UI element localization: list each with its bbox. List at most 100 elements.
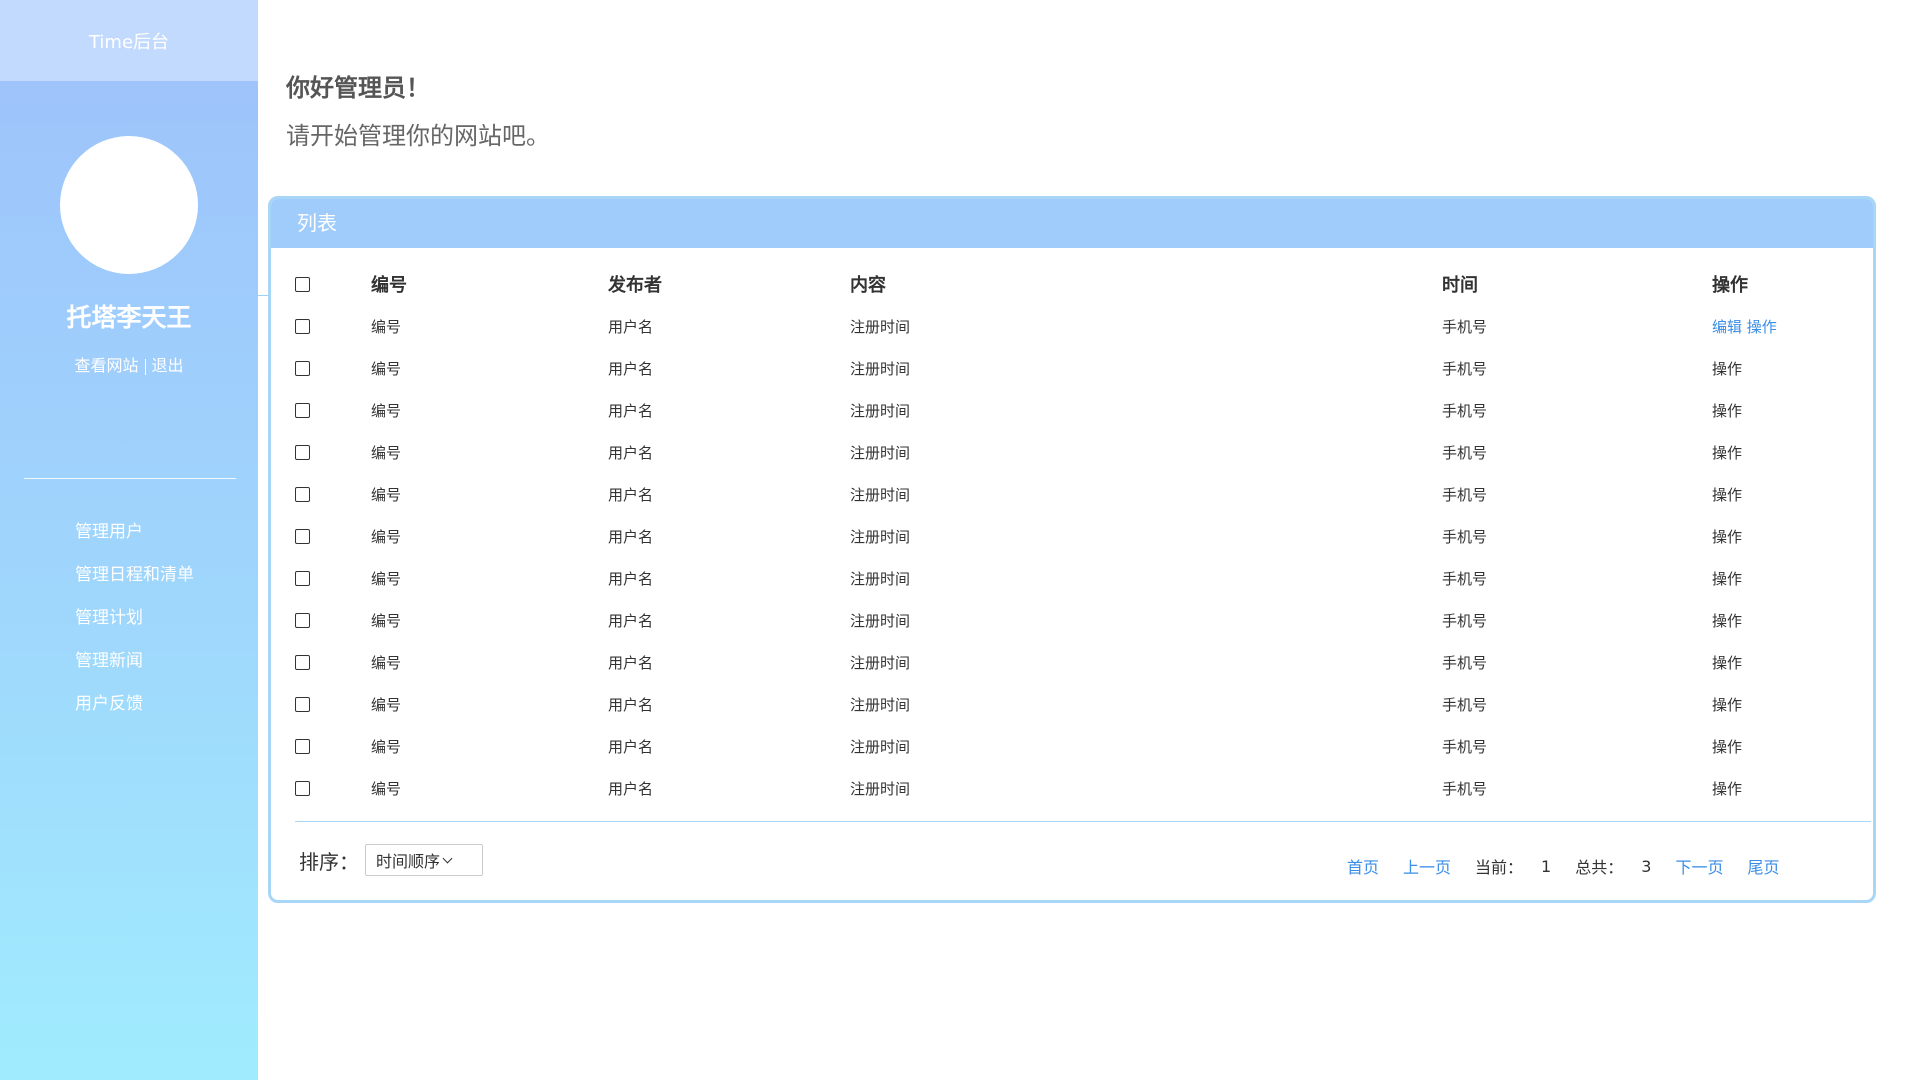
pagination: 首页 上一页 当前： 1 总共： 3 下一页 尾页 (1347, 854, 1803, 878)
cell-action[interactable]: 操作 (1712, 347, 1873, 389)
table-row: 编号 用户名 注册时间 手机号 操作 (295, 389, 1873, 431)
cell-content: 注册时间 (850, 485, 911, 504)
table-row: 编号 用户名 注册时间 手机号 操作 (295, 683, 1873, 725)
cell-action[interactable]: 操作 (1712, 431, 1873, 473)
cell-publisher: 用户名 (608, 317, 654, 336)
cell-action[interactable]: 操作 (1712, 557, 1873, 599)
cell-actions: 编辑 操作 (1712, 305, 1873, 347)
sidebar-item-news[interactable]: 管理新闻 (75, 646, 194, 689)
greeting: 你好管理员！ 请开始管理你的网站吧。 (286, 68, 550, 151)
cell-publisher: 用户名 (608, 359, 654, 378)
cell-content: 注册时间 (850, 779, 911, 798)
cell-id: 编号 (371, 485, 402, 504)
sidebar-item-users[interactable]: 管理用户 (75, 517, 194, 560)
column-header-content: 内容 (850, 275, 886, 296)
edit-link[interactable]: 编辑 (1712, 318, 1742, 336)
cell-action[interactable]: 操作 (1712, 683, 1873, 725)
row-checkbox[interactable] (295, 697, 310, 712)
cell-time: 手机号 (1442, 527, 1488, 546)
sidebar-item-schedules[interactable]: 管理日程和清单 (75, 560, 194, 603)
avatar[interactable] (60, 136, 198, 274)
cell-publisher: 用户名 (608, 527, 654, 546)
cell-content: 注册时间 (850, 695, 911, 714)
row-checkbox[interactable] (295, 403, 310, 418)
row-checkbox[interactable] (295, 319, 310, 334)
cell-id: 编号 (371, 737, 402, 756)
cell-id: 编号 (371, 695, 402, 714)
cell-content: 注册时间 (850, 317, 911, 336)
sort-label: 排序： (299, 849, 359, 874)
cell-action[interactable]: 操作 (1712, 389, 1873, 431)
cell-publisher: 用户名 (608, 737, 654, 756)
greeting-subtitle: 请开始管理你的网站吧。 (286, 122, 550, 150)
sidebar-item-feedback[interactable]: 用户反馈 (75, 689, 194, 732)
current-page-label: 当前： (1475, 858, 1524, 877)
sort-select-value: 时间顺序 (376, 852, 441, 871)
table-row: 编号 用户名 注册时间 手机号 操作 (295, 431, 1873, 473)
list-panel: 列表 编号 发布者 内容 时间 操作 编号 用户名 注册时间 手机号 编辑 操作 (268, 196, 1876, 903)
cell-action[interactable]: 操作 (1712, 725, 1873, 767)
sidebar-nav: 管理用户 管理日程和清单 管理计划 管理新闻 用户反馈 (75, 517, 194, 732)
prev-page-link[interactable]: 上一页 (1403, 854, 1451, 878)
brand-title: Time后台 (0, 0, 258, 81)
row-checkbox[interactable] (295, 361, 310, 376)
cell-content: 注册时间 (850, 737, 911, 756)
cell-content: 注册时间 (850, 611, 911, 630)
cell-id: 编号 (371, 779, 402, 798)
cell-action[interactable]: 操作 (1712, 599, 1873, 641)
cell-content: 注册时间 (850, 569, 911, 588)
row-checkbox[interactable] (295, 487, 310, 502)
table-row: 编号 用户名 注册时间 手机号 操作 (295, 557, 1873, 599)
action-link[interactable]: 操作 (1747, 318, 1777, 336)
cell-id: 编号 (371, 527, 402, 546)
row-checkbox[interactable] (295, 529, 310, 544)
row-checkbox[interactable] (295, 781, 310, 796)
current-page-number: 1 (1541, 856, 1552, 876)
sort-control: 排序： 时间顺序 (299, 844, 483, 876)
view-site-link[interactable]: 查看网站 (74, 356, 138, 375)
row-checkbox[interactable] (295, 445, 310, 460)
sort-select[interactable]: 时间顺序 (365, 844, 483, 876)
table-header-row: 编号 发布者 内容 时间 操作 (295, 263, 1873, 305)
cell-time: 手机号 (1442, 317, 1488, 336)
cell-content: 注册时间 (850, 527, 911, 546)
cell-action[interactable]: 操作 (1712, 641, 1873, 683)
user-name: 托塔李天王 (66, 303, 192, 332)
sidebar: Time后台 托塔李天王 查看网站 退出 管理用户 管理日程和清单 管理计划 管理… (0, 0, 258, 1080)
cell-action[interactable]: 操作 (1712, 515, 1873, 557)
panel-title: 列表 (271, 199, 1873, 248)
cell-publisher: 用户名 (608, 653, 654, 672)
cell-time: 手机号 (1442, 611, 1488, 630)
cell-id: 编号 (371, 359, 402, 378)
cell-time: 手机号 (1442, 653, 1488, 672)
row-checkbox[interactable] (295, 571, 310, 586)
last-page-link[interactable]: 尾页 (1747, 854, 1779, 878)
table-footer-divider (295, 821, 1871, 822)
total-pages-label: 总共： (1575, 858, 1624, 877)
row-checkbox[interactable] (295, 739, 310, 754)
table-row: 编号 用户名 注册时间 手机号 操作 (295, 641, 1873, 683)
first-page-link[interactable]: 首页 (1347, 854, 1379, 878)
row-checkbox[interactable] (295, 613, 310, 628)
link-divider (144, 358, 146, 375)
total-pages-number: 3 (1641, 856, 1652, 876)
select-all-checkbox[interactable] (295, 277, 310, 292)
cell-id: 编号 (371, 401, 402, 420)
next-page-link[interactable]: 下一页 (1675, 854, 1723, 878)
user-links: 查看网站 退出 (0, 352, 258, 376)
sidebar-item-plans[interactable]: 管理计划 (75, 603, 194, 646)
table-row: 编号 用户名 注册时间 手机号 操作 (295, 347, 1873, 389)
cell-content: 注册时间 (850, 359, 911, 378)
cell-publisher: 用户名 (608, 443, 654, 462)
logout-link[interactable]: 退出 (152, 356, 184, 375)
cell-publisher: 用户名 (608, 695, 654, 714)
cell-action[interactable]: 操作 (1712, 473, 1873, 515)
column-header-id: 编号 (371, 275, 407, 296)
cell-publisher: 用户名 (608, 569, 654, 588)
cell-action[interactable]: 操作 (1712, 767, 1873, 809)
cell-id: 编号 (371, 443, 402, 462)
row-checkbox[interactable] (295, 655, 310, 670)
cell-id: 编号 (371, 653, 402, 672)
cell-id: 编号 (371, 611, 402, 630)
chevron-down-icon (442, 853, 453, 863)
